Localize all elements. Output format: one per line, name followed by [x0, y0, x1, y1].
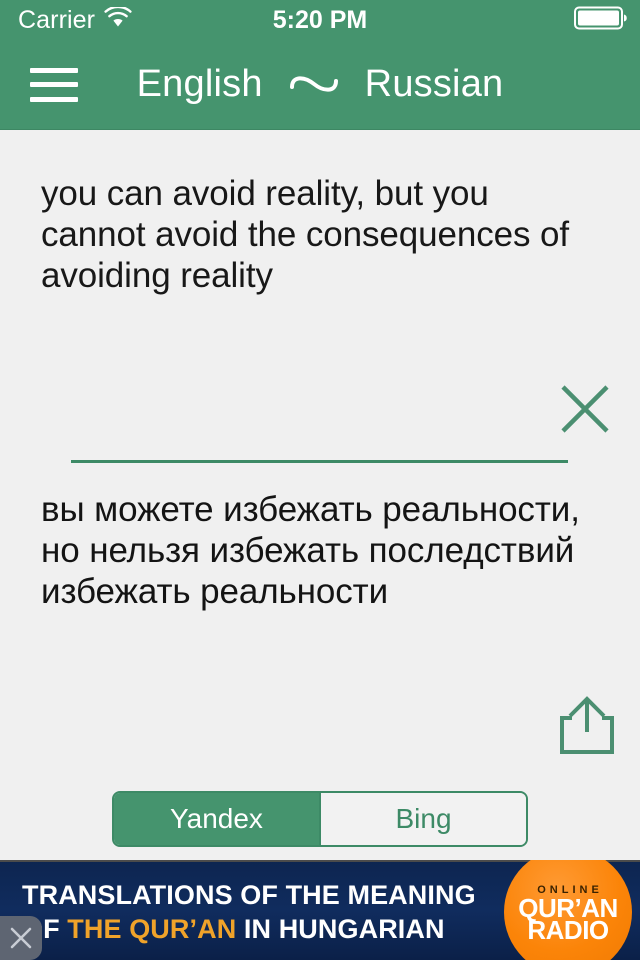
section-divider — [71, 460, 568, 463]
status-bar: Carrier 5:20 PM — [0, 0, 640, 40]
translator-content: you can avoid reality, but you cannot av… — [0, 131, 640, 860]
source-text-area[interactable]: you can avoid reality, but you cannot av… — [41, 173, 601, 296]
source-text: you can avoid reality, but you cannot av… — [41, 174, 570, 295]
ad-headline-line1: TRANSLATIONS OF THE MEANING — [22, 880, 476, 910]
target-text-area: вы можете избежать реальности, но нельзя… — [41, 489, 601, 612]
carrier-label: Carrier — [18, 5, 96, 34]
ad-logo-radio: RADIO — [527, 914, 609, 945]
ad-line2-highlight: THE QUR’AN — [67, 914, 237, 944]
engine-option-yandex[interactable]: Yandex — [114, 793, 319, 845]
engine-option-label: Yandex — [170, 803, 263, 834]
wifi-icon — [104, 5, 132, 33]
language-pair: English Russian — [0, 63, 640, 106]
ad-line2-suffix: IN HUNGARIAN — [236, 914, 445, 944]
navigation-bar: English Russian — [0, 40, 640, 130]
clear-text-button[interactable] — [557, 381, 613, 437]
app-root: Carrier 5:20 PM English Russian you can … — [0, 0, 640, 960]
translation-engine-segmented-control: Yandex Bing — [112, 791, 528, 847]
ad-headline: TRANSLATIONS OF THE MEANING OF THE QUR’A… — [22, 878, 482, 946]
ad-logo: ONLINE QUR’AN RADIO — [504, 860, 632, 960]
advertisement-banner[interactable]: TRANSLATIONS OF THE MEANING OF THE QUR’A… — [0, 860, 640, 960]
ad-close-button[interactable] — [0, 916, 42, 960]
target-language-button[interactable]: Russian — [365, 63, 504, 106]
ad-headline-line2: OF THE QUR’AN IN HUNGARIAN — [22, 912, 482, 946]
share-upload-icon[interactable] — [556, 694, 618, 756]
status-bar-right — [574, 6, 628, 35]
tilde-swap-icon[interactable] — [287, 69, 341, 104]
status-bar-left: Carrier — [18, 6, 132, 35]
engine-option-bing[interactable]: Bing — [319, 793, 526, 845]
battery-full-icon — [574, 6, 628, 35]
engine-option-label: Bing — [395, 803, 452, 834]
target-text: вы можете избежать реальности, но нельзя… — [41, 490, 580, 611]
close-x-icon — [10, 927, 32, 949]
source-language-button[interactable]: English — [137, 63, 263, 106]
